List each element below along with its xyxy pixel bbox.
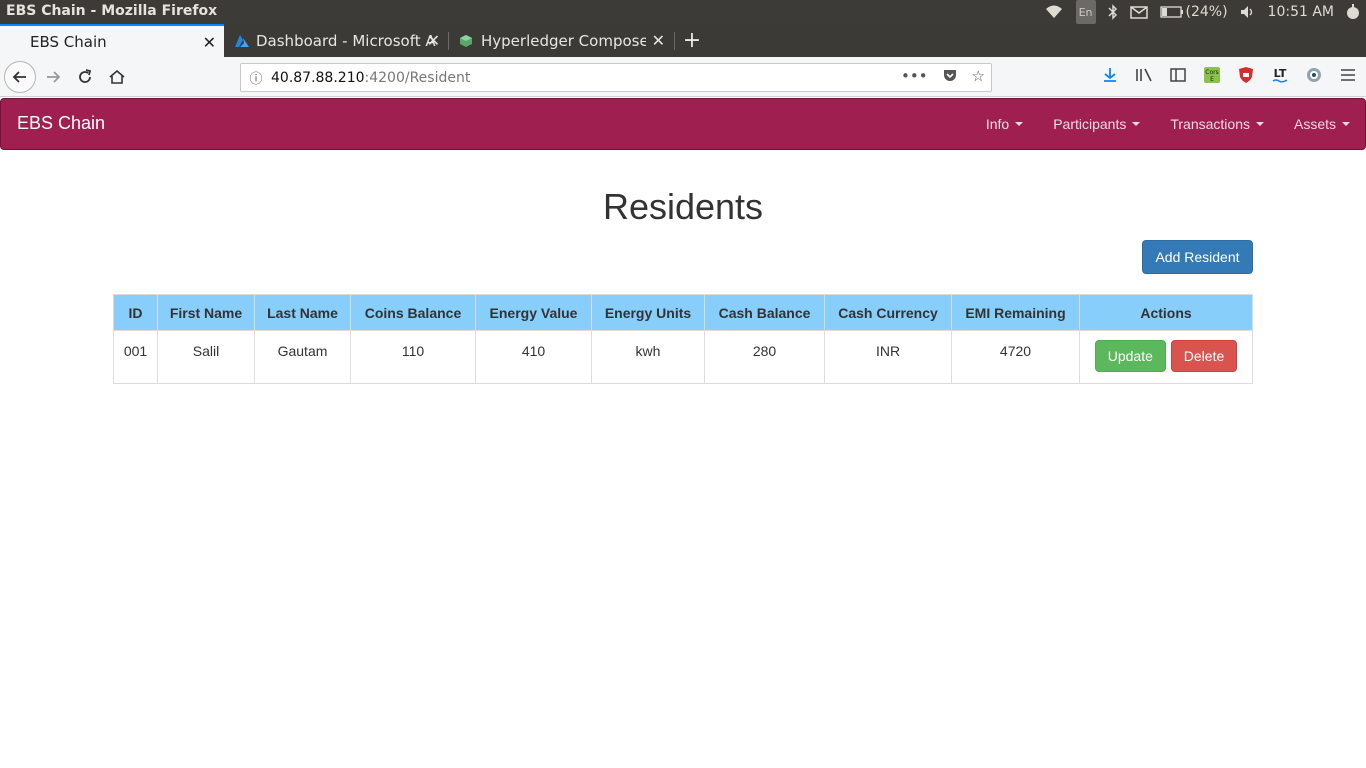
url-path: :4200/Resident — [364, 69, 471, 86]
menu-participants[interactable]: Participants — [1038, 99, 1155, 149]
menu-label: Info — [985, 116, 1010, 132]
azure-icon — [235, 34, 249, 47]
app-navbar: EBS Chain Info Participants Transactions… — [0, 98, 1366, 150]
menu-transactions[interactable]: Transactions — [1155, 99, 1279, 149]
tab-label: Dashboard - Microsoft A — [256, 31, 436, 50]
reload-button[interactable] — [71, 63, 99, 91]
tab-ebs-chain[interactable]: EBS Chain ✕ — [0, 24, 224, 57]
svg-text:Cors: Cors — [1205, 69, 1218, 76]
caret-down-icon — [1255, 122, 1264, 126]
battery-indicator[interactable]: (24%) — [1159, 0, 1228, 24]
cell-last-name: Gautam — [254, 330, 351, 384]
arrow-right-icon — [47, 71, 61, 83]
os-top-bar: EBS Chain - Mozilla Firefox En (24%) 10:… — [0, 0, 1366, 24]
reload-icon — [79, 69, 92, 83]
sidebar-icon[interactable] — [1168, 65, 1188, 85]
column-header: Last Name — [254, 294, 351, 331]
system-tray: En (24%) 10:51 AM — [1044, 0, 1366, 24]
column-header: Cash Balance — [704, 294, 825, 331]
update-button[interactable]: Update — [1094, 340, 1166, 372]
wifi-icon[interactable] — [1044, 0, 1064, 24]
home-icon — [109, 69, 125, 84]
brand-link[interactable]: EBS Chain — [17, 113, 105, 134]
volume-icon[interactable] — [1240, 0, 1256, 24]
info-icon[interactable]: ⓘ — [241, 68, 271, 87]
close-icon[interactable]: ✕ — [203, 33, 216, 52]
column-header: Cash Currency — [824, 294, 952, 331]
hamburger-menu-icon[interactable] — [1338, 65, 1358, 85]
delete-button[interactable]: Delete — [1170, 340, 1238, 372]
url-bar[interactable]: ⓘ 40.87.88.210:4200/Resident ••• ☆ — [240, 63, 992, 92]
column-header: Coins Balance — [350, 294, 476, 331]
svg-text:LT: LT — [1274, 67, 1287, 80]
menu-label: Assets — [1293, 116, 1336, 132]
arrow-left-icon — [12, 71, 26, 83]
toolbar-icons: Cors E LT — [1100, 65, 1358, 85]
cors-extension-icon[interactable]: Cors E — [1202, 65, 1222, 85]
caret-down-icon — [1342, 122, 1350, 126]
page-actions-icon[interactable]: ••• — [901, 67, 928, 87]
column-header: ID — [113, 294, 158, 331]
privacy-badger-icon[interactable] — [1304, 65, 1324, 85]
home-button[interactable] — [103, 63, 131, 91]
hyperledger-cube-icon — [460, 34, 472, 47]
caret-down-icon — [1132, 122, 1141, 126]
tab-dashboard[interactable]: Dashboard - Microsoft A ✕ — [224, 24, 448, 57]
menu-label: Participants — [1053, 116, 1127, 132]
cell-coins-balance: 110 — [350, 330, 476, 384]
main-menu: Info Participants Transactions Assets — [971, 99, 1365, 149]
ublock-shield-icon[interactable] — [1236, 65, 1256, 85]
new-tab-button[interactable]: + — [680, 28, 704, 53]
svg-text:E: E — [1210, 76, 1214, 83]
bookmark-star-icon[interactable]: ☆ — [972, 67, 985, 87]
column-header: First Name — [157, 294, 255, 331]
cell-emi-remaining: 4720 — [951, 330, 1080, 384]
cell-id: 001 — [113, 330, 158, 384]
menu-label: Transactions — [1170, 116, 1250, 132]
tab-hyperledger[interactable]: Hyperledger Composer ✕ — [449, 24, 673, 57]
cell-energy-value: 410 — [475, 330, 592, 384]
mail-icon[interactable] — [1129, 0, 1148, 24]
url-actions: ••• ☆ — [901, 67, 985, 87]
bluetooth-icon[interactable] — [1107, 0, 1118, 24]
library-icon[interactable] — [1134, 65, 1154, 85]
cell-energy-units: kwh — [591, 330, 705, 384]
page-title: Residents — [602, 186, 764, 227]
pocket-icon[interactable] — [942, 67, 958, 87]
languagetool-icon[interactable]: LT — [1270, 65, 1290, 85]
forward-button[interactable] — [39, 63, 67, 91]
downloads-icon[interactable] — [1100, 65, 1120, 85]
cell-cash-balance: 280 — [704, 330, 825, 384]
battery-icon — [1159, 6, 1183, 18]
tab-label: Hyperledger Composer — [481, 31, 646, 50]
tab-label: EBS Chain — [30, 32, 107, 51]
add-resident-button[interactable]: Add Resident — [1142, 240, 1253, 274]
close-icon[interactable]: ✕ — [427, 31, 440, 50]
cell-cash-currency: INR — [824, 330, 952, 384]
settings-menu-icon[interactable] — [1346, 0, 1360, 24]
table-header-row: ID First Name Last Name Coins Balance En… — [113, 294, 1253, 331]
menu-assets[interactable]: Assets — [1279, 99, 1365, 149]
cell-first-name: Salil — [157, 330, 255, 384]
residents-table: ID First Name Last Name Coins Balance En… — [113, 294, 1253, 384]
keyboard-layout-indicator[interactable]: En — [1075, 0, 1096, 24]
back-button[interactable] — [4, 61, 36, 93]
battery-percent: (24%) — [1185, 4, 1228, 20]
tab-separator — [674, 32, 675, 50]
column-header: Energy Units — [591, 294, 705, 331]
cell-actions: Update Delete — [1079, 330, 1253, 384]
menu-info[interactable]: Info — [971, 99, 1038, 149]
browser-navigation-bar: ⓘ 40.87.88.210:4200/Resident ••• ☆ Cors E… — [0, 57, 1366, 97]
clock[interactable]: 10:51 AM — [1268, 0, 1334, 24]
column-header: Actions — [1079, 294, 1253, 331]
column-header: EMI Remaining — [951, 294, 1080, 331]
table-row: 001 Salil Gautam 110 410 kwh 280 INR 472… — [113, 330, 1253, 384]
column-header: Energy Value — [475, 294, 592, 331]
caret-down-icon — [1015, 122, 1024, 126]
url-host: 40.87.88.210 — [271, 69, 365, 86]
window-title: EBS Chain - Mozilla Firefox — [6, 3, 218, 19]
close-icon[interactable]: ✕ — [652, 31, 665, 50]
